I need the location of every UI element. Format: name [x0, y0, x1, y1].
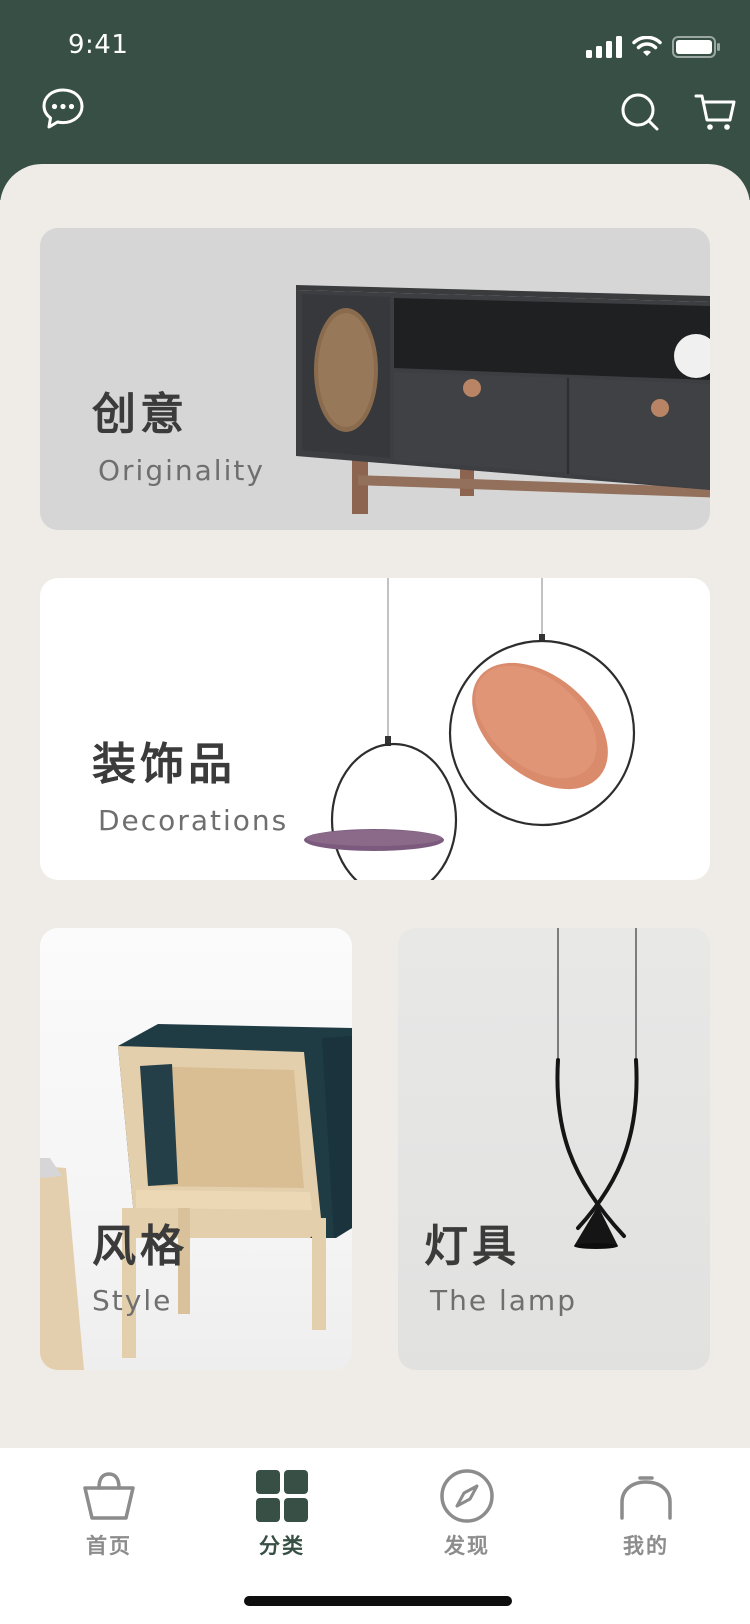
category-title-cn: 创意	[92, 389, 188, 440]
user-icon	[620, 1476, 672, 1520]
status-time: 9:41	[68, 30, 129, 60]
category-title-en: The lamp	[430, 1284, 577, 1317]
tab-label: 我的	[623, 1534, 669, 1558]
tab-label: 分类	[259, 1534, 305, 1558]
search-icon[interactable]	[620, 92, 660, 132]
tab-category[interactable]: 分类	[222, 1468, 342, 1568]
category-card-lamp[interactable]: 灯具 The lamp	[398, 928, 710, 1370]
category-title-en: Decorations	[98, 804, 289, 837]
tab-mine[interactable]: 我的	[586, 1468, 706, 1568]
compass-icon	[440, 1469, 494, 1523]
chat-bubble-icon[interactable]	[40, 86, 86, 132]
category-card-style[interactable]: 风格 Style	[40, 928, 352, 1370]
category-title-en: Originality	[98, 454, 265, 487]
signal-icon	[586, 36, 622, 58]
tab-label: 首页	[86, 1534, 132, 1558]
battery-icon	[672, 36, 720, 58]
cart-icon[interactable]	[694, 92, 736, 132]
wifi-icon	[632, 36, 662, 56]
category-card-decorations[interactable]: 装饰品 Decorations	[40, 578, 710, 880]
tab-discover[interactable]: 发现	[407, 1468, 527, 1568]
grid-icon	[256, 1470, 308, 1522]
status-icons	[586, 32, 720, 62]
tab-label: 发现	[444, 1534, 490, 1558]
side-table-image	[40, 1024, 352, 1370]
category-title-cn: 装饰品	[92, 739, 236, 790]
category-title-cn: 灯具	[424, 1221, 520, 1272]
category-title-cn: 风格	[92, 1221, 188, 1272]
category-card-originality[interactable]: 创意 Originality	[40, 228, 710, 530]
category-title-en: Style	[92, 1284, 173, 1317]
tab-home[interactable]: 首页	[49, 1468, 169, 1568]
shopping-bag-icon	[83, 1472, 135, 1520]
home-indicator	[244, 1596, 512, 1606]
